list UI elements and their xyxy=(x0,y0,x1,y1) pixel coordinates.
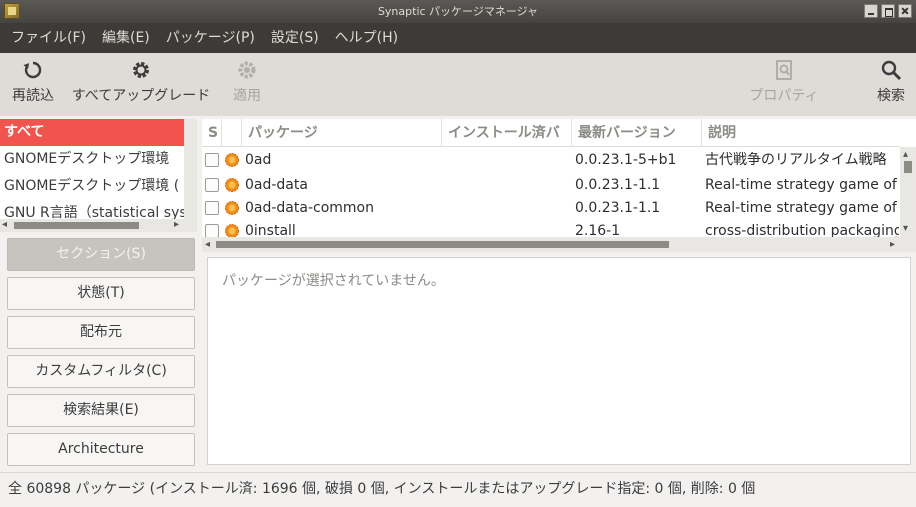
close-button[interactable] xyxy=(898,4,912,18)
menu-file[interactable]: ファイル(F) xyxy=(3,23,94,53)
package-description: cross-distribution packaging xyxy=(705,223,899,237)
latest-version: 0.0.23.1-5+b1 xyxy=(575,152,677,168)
search-button[interactable]: 検索 xyxy=(875,59,907,105)
menu-bar: ファイル(F) 編集(E) パッケージ(P) 設定(S) ヘルプ(H) xyxy=(0,23,916,53)
main-area: すべて GNOMEデスクトップ環境 GNOMEデスクトップ環境 ( GNU R言… xyxy=(0,116,916,472)
toolbar: 再読込 すべてアップグレード 適用 プロパティ 検索 xyxy=(0,53,916,116)
section-item[interactable]: GNOMEデスクトップ環境 ( xyxy=(0,173,196,200)
synaptic-app-icon xyxy=(4,3,20,19)
latest-version: 0.0.23.1-1.1 xyxy=(575,177,661,193)
package-description: Real-time strategy game of a xyxy=(705,200,899,216)
scrollbar-thumb[interactable] xyxy=(216,241,669,248)
column-package[interactable]: パッケージ xyxy=(242,119,442,147)
table-row[interactable]: 0ad-data-common 0.0.23.1-1.1 Real-time s… xyxy=(202,196,900,220)
search-icon xyxy=(880,59,902,81)
maximize-button[interactable] xyxy=(881,4,895,18)
menu-package[interactable]: パッケージ(P) xyxy=(158,23,263,53)
no-package-selected-message: パッケージが選択されていません。 xyxy=(222,273,445,289)
package-checkbox[interactable] xyxy=(205,201,219,215)
package-name: 0ad xyxy=(245,152,272,168)
latest-version: 0.0.23.1-1.1 xyxy=(575,200,661,216)
title-bar: Synaptic パッケージマネージャ xyxy=(0,0,916,23)
scrollbar-thumb[interactable] xyxy=(904,161,912,173)
scrollbar-thumb[interactable] xyxy=(14,222,139,229)
apply-button[interactable]: 適用 xyxy=(230,59,264,105)
latest-version: 2.16-1 xyxy=(575,223,621,237)
minimize-button[interactable] xyxy=(864,4,878,18)
section-list[interactable]: すべて GNOMEデスクトップ環境 GNOMEデスクトップ環境 ( GNU R言… xyxy=(0,119,197,232)
reload-button[interactable]: 再読込 xyxy=(10,59,56,105)
window-controls xyxy=(864,4,912,18)
document-properties-icon xyxy=(773,59,795,81)
reload-icon xyxy=(22,59,44,81)
status-filter-button[interactable]: 状態(T) xyxy=(7,277,195,310)
search-label: 検索 xyxy=(877,88,905,104)
column-support[interactable] xyxy=(222,119,242,147)
menu-settings[interactable]: 設定(S) xyxy=(263,23,327,53)
gear-icon xyxy=(130,59,152,81)
scroll-left-arrow-icon[interactable]: ◂ xyxy=(2,219,7,230)
package-table-hscrollbar[interactable]: ◂ ▸ xyxy=(202,237,916,252)
status-bar: 全 60898 パッケージ (インストール済: 1696 個, 破損 0 個, … xyxy=(0,472,916,507)
column-status[interactable]: S xyxy=(202,119,222,147)
package-detail-pane: パッケージが選択されていません。 xyxy=(207,257,911,465)
debian-swirl-icon xyxy=(225,201,239,215)
package-checkbox[interactable] xyxy=(205,153,219,167)
upgrade-all-label: すべてアップグレード xyxy=(71,88,211,104)
package-name: 0ad-data xyxy=(245,177,308,193)
debian-swirl-icon xyxy=(225,224,239,237)
column-latest-version[interactable]: 最新バージョン xyxy=(572,119,702,147)
menu-help[interactable]: ヘルプ(H) xyxy=(327,23,406,53)
package-checkbox[interactable] xyxy=(205,224,219,237)
column-description[interactable]: 説明 xyxy=(702,119,900,147)
package-table-vscrollbar[interactable]: ▴ ▾ xyxy=(900,147,916,237)
architecture-button[interactable]: Architecture xyxy=(7,433,195,466)
custom-filter-button[interactable]: カスタムフィルタ(C) xyxy=(7,355,195,388)
scroll-left-arrow-icon[interactable]: ◂ xyxy=(205,239,210,251)
gear-icon xyxy=(236,59,258,81)
reload-label: 再読込 xyxy=(12,88,54,104)
package-name: 0install xyxy=(245,223,296,237)
package-table: S パッケージ インストール済バ 最新バージョン 説明 0ad 0.0.23.1… xyxy=(202,119,916,252)
menu-edit[interactable]: 編集(E) xyxy=(94,23,158,53)
package-checkbox[interactable] xyxy=(205,178,219,192)
table-row[interactable]: 0ad-data 0.0.23.1-1.1 Real-time strategy… xyxy=(202,173,900,197)
section-list-hscrollbar[interactable]: ◂ ▸ xyxy=(0,219,197,232)
sections-filter-button[interactable]: セクション(S) xyxy=(7,238,195,271)
section-list-vscrollbar[interactable] xyxy=(184,119,197,219)
table-header: S パッケージ インストール済バ 最新バージョン 説明 xyxy=(202,119,900,147)
scroll-down-arrow-icon[interactable]: ▾ xyxy=(903,223,908,235)
table-row[interactable]: 0install 2.16-1 cross-distribution packa… xyxy=(202,219,900,237)
package-description: 古代戦争のリアルタイム戦略 xyxy=(705,152,887,168)
window-title: Synaptic パッケージマネージャ xyxy=(377,5,539,18)
properties-label: プロパティ xyxy=(749,88,819,104)
section-item[interactable]: GNOMEデスクトップ環境 xyxy=(0,146,196,173)
origin-filter-button[interactable]: 配布元 xyxy=(7,316,195,349)
package-name: 0ad-data-common xyxy=(245,200,374,216)
scroll-up-arrow-icon[interactable]: ▴ xyxy=(903,149,908,161)
debian-swirl-icon xyxy=(225,153,239,167)
scroll-right-arrow-icon[interactable]: ▸ xyxy=(174,219,179,230)
search-results-button[interactable]: 検索結果(E) xyxy=(7,394,195,427)
section-item-all[interactable]: すべて xyxy=(0,119,196,146)
column-installed-version[interactable]: インストール済バ xyxy=(442,119,572,147)
properties-button[interactable]: プロパティ xyxy=(746,59,822,105)
package-description: Real-time strategy game of a xyxy=(705,177,899,193)
table-row[interactable]: 0ad 0.0.23.1-5+b1 古代戦争のリアルタイム戦略 xyxy=(202,148,900,172)
apply-label: 適用 xyxy=(233,88,261,104)
upgrade-all-button[interactable]: すべてアップグレード xyxy=(66,59,216,105)
scroll-right-arrow-icon[interactable]: ▸ xyxy=(890,239,895,251)
debian-swirl-icon xyxy=(225,178,239,192)
